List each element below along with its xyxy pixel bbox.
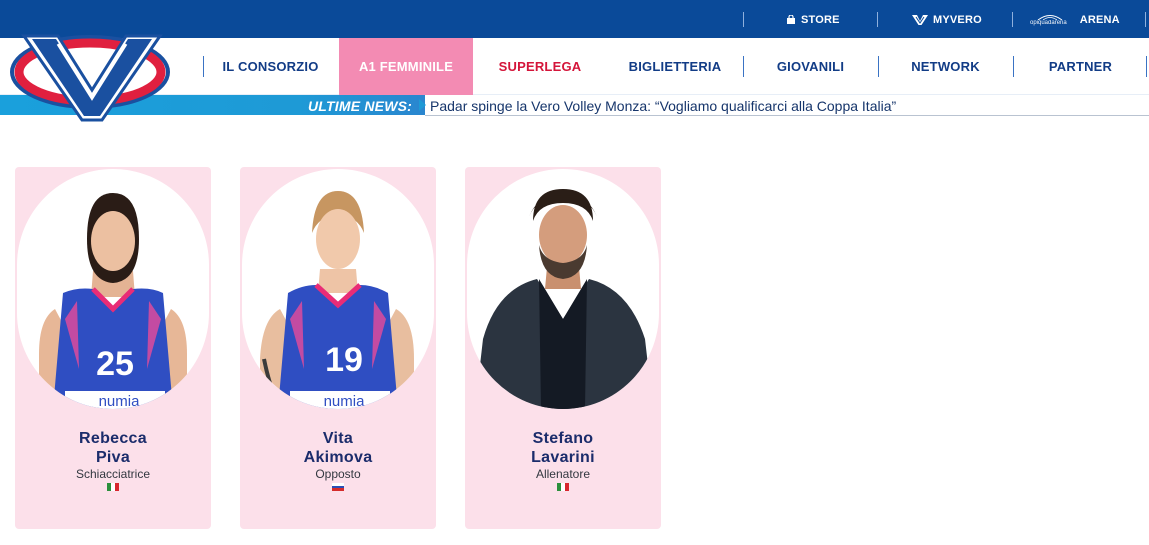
- nav-divider: [1013, 56, 1014, 77]
- coach-photo: [467, 169, 659, 409]
- vero-v-icon: [912, 15, 928, 25]
- ticker-underline: [425, 115, 1149, 116]
- arena-link[interactable]: opiquadarena ARENA: [1030, 12, 1120, 28]
- player-name: Rebecca Piva: [15, 429, 211, 467]
- first-name: Rebecca: [79, 430, 147, 447]
- myvero-link[interactable]: MYVERO: [912, 12, 982, 28]
- arena-sponsor-label: opiquadarena: [1030, 20, 1067, 26]
- arena-label: ARENA: [1079, 14, 1120, 26]
- nav-item-giovanili[interactable]: GIOVANILI: [745, 38, 876, 95]
- ticker-headline-link[interactable]: Padar spinge la Vero Volley Monza: “Vogl…: [430, 98, 896, 114]
- vero-volley-logo[interactable]: [10, 28, 174, 124]
- store-link[interactable]: STORE: [786, 12, 840, 28]
- jersey-sponsor: numia: [324, 393, 366, 409]
- shop-icon: [786, 15, 796, 25]
- italy-flag: [107, 483, 119, 491]
- nav-item-il-consorzio[interactable]: IL CONSORZIO: [205, 38, 336, 95]
- last-name: Piva: [95, 449, 131, 466]
- last-name: Akimova: [303, 449, 373, 466]
- nav-divider: [203, 56, 204, 77]
- russia-flag: [332, 483, 344, 492]
- jersey-number: 25: [96, 345, 134, 383]
- nav-item-biglietteria[interactable]: BIGLIETTERIA: [608, 38, 742, 95]
- player-photo: 19 numia: [242, 169, 434, 409]
- nav-divider: [1146, 56, 1147, 77]
- ticker-label: ULTIME NEWS:: [308, 98, 413, 114]
- ticker-arrow-icon: [419, 99, 426, 111]
- roster-card[interactable]: 25 numia Rebecca Piva Schiacciatrice: [15, 167, 211, 529]
- roster-card[interactable]: Stefano Lavarini Allenatore: [465, 167, 661, 529]
- player-photo: 25 numia: [17, 169, 209, 409]
- divider: [743, 12, 744, 27]
- jersey-number: 19: [325, 341, 363, 379]
- divider: [877, 12, 878, 27]
- first-name: Vita: [322, 430, 354, 447]
- first-name: Stefano: [532, 430, 594, 447]
- last-name: Lavarini: [531, 449, 595, 466]
- coach-role: Allenatore: [535, 467, 591, 481]
- divider: [1145, 12, 1146, 27]
- divider: [1012, 12, 1013, 27]
- jersey-sponsor: numia: [99, 393, 141, 409]
- roster-card[interactable]: 19 numia Vita Akimova Opposto: [240, 167, 436, 529]
- store-label: STORE: [801, 14, 840, 26]
- coach-name: Stefano Lavarini: [465, 429, 661, 467]
- player-role: Schiacciatrice: [75, 467, 151, 481]
- nav-divider: [743, 56, 744, 77]
- nav-item-partner[interactable]: PARTNER: [1015, 38, 1146, 95]
- nav-item-network[interactable]: NETWORK: [880, 38, 1011, 95]
- nav-item-superlega[interactable]: SUPERLEGA: [475, 38, 605, 95]
- italy-flag: [557, 483, 569, 491]
- nav-divider: [878, 56, 879, 77]
- player-name: Vita Akimova: [240, 429, 436, 467]
- player-role: Opposto: [315, 467, 361, 481]
- myvero-label: MYVERO: [933, 14, 982, 26]
- nav-item-a1-femminile[interactable]: A1 FEMMINILE: [339, 38, 473, 95]
